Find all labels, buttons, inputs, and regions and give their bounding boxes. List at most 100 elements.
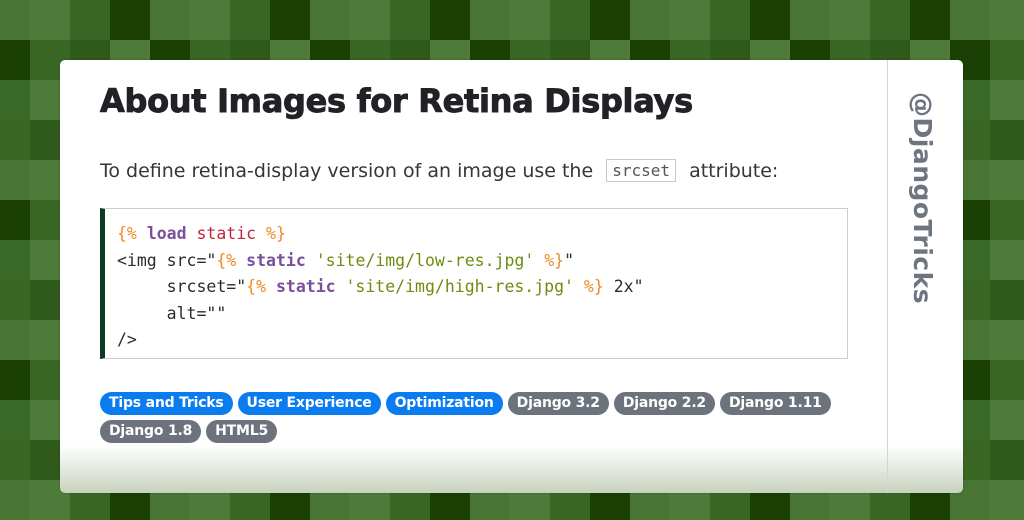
grid-cell [670,0,710,40]
grid-cell [0,400,30,440]
code-token: 2x" [603,277,644,296]
grid-cell [390,0,430,40]
grid-cell [990,120,1024,160]
grid-cell [0,0,30,40]
grid-cell [990,40,1024,80]
code-token: 'site/img/low-res.jpg' [315,250,535,270]
grid-cell [990,80,1024,120]
grid-cell [750,0,790,40]
code-token: static [275,277,336,296]
grid-cell [0,80,30,120]
tag-user-experience[interactable]: User Experience [237,392,381,415]
code-token: static [246,250,306,270]
grid-cell [70,0,110,40]
grid-cell [870,0,910,40]
grid-cell [0,280,30,320]
grid-cell [0,360,30,400]
tag-tips-and-tricks[interactable]: Tips and Tricks [100,392,233,415]
grid-cell [550,0,590,40]
grid-cell [30,0,70,40]
grid-cell [0,200,30,240]
grid-cell [790,0,830,40]
code-line: <img src="{% static 'site/img/low-res.jp… [117,248,847,275]
grid-cell [990,360,1024,400]
tag-django-1-11[interactable]: Django 1.11 [719,392,831,415]
code-line: alt="" [117,301,847,328]
grid-cell [990,160,1024,200]
grid-cell [270,0,310,40]
grid-cell [710,0,750,40]
grid-cell [910,0,950,40]
side-panel: @DjangoTricks [888,60,963,493]
code-content: {% load static %} <img src="{% static 'si… [105,209,847,354]
grid-cell [0,440,30,480]
code-token: {% [246,277,267,296]
code-line: srcset="{% static 'site/img/high-res.jpg… [117,274,847,301]
code-token: %} [544,250,565,270]
content-card: About Images for Retina Displays To defi… [60,60,963,493]
grid-cell [310,0,350,40]
tag-list: Tips and Tricks User Experience Optimizati… [100,392,840,443]
intro-paragraph: To define retina-display version of an i… [100,159,779,182]
code-token: load [146,224,187,243]
grid-cell [990,440,1024,480]
code-token: {% [117,224,137,243]
code-token: /> [117,330,137,349]
page-title: About Images for Retina Displays [100,82,694,121]
grid-cell [0,40,30,80]
grid-cell [990,200,1024,240]
tag-django-1-8[interactable]: Django 1.8 [100,420,202,443]
grid-cell [950,0,990,40]
code-token: 'site/img/high-res.jpg' [345,277,574,296]
tag-django-2-2[interactable]: Django 2.2 [613,392,715,415]
grid-cell [590,0,630,40]
grid-cell [0,320,30,360]
code-line: /> [117,327,847,354]
grid-cell [470,0,510,40]
code-token: static [196,224,257,243]
inline-code-srcset: srcset [606,159,677,182]
grid-cell [230,0,270,40]
grid-cell [350,0,390,40]
twitter-handle: @DjangoTricks [908,92,937,305]
code-line: {% load static %} [117,221,847,248]
grid-cell [990,480,1024,520]
code-block: {% load static %} <img src="{% static 'si… [100,208,848,359]
intro-text-before: To define retina-display version of an i… [100,160,594,182]
grid-cell [990,0,1024,40]
code-token: %} [266,224,286,243]
grid-cell [990,320,1024,360]
grid-cell [0,240,30,280]
code-token: " [564,250,574,270]
grid-cell [430,0,470,40]
grid-cell [630,0,670,40]
code-token: %} [583,277,604,296]
code-token: alt="" [117,303,227,323]
grid-cell [0,120,30,160]
tag-django-3-2[interactable]: Django 3.2 [507,392,609,415]
tag-html5[interactable]: HTML5 [206,420,278,443]
grid-cell [190,0,230,40]
grid-cell [990,240,1024,280]
grid-cell [990,400,1024,440]
grid-cell [0,160,30,200]
grid-cell [150,0,190,40]
intro-text-after: attribute: [689,160,779,182]
tag-optimization[interactable]: Optimization [385,392,503,415]
grid-cell [110,0,150,40]
grid-cell [510,0,550,40]
grid-cell [830,0,870,40]
code-token: srcset=" [117,277,247,296]
grid-cell [990,280,1024,320]
code-token: {% [216,250,237,270]
grid-cell [0,480,30,520]
